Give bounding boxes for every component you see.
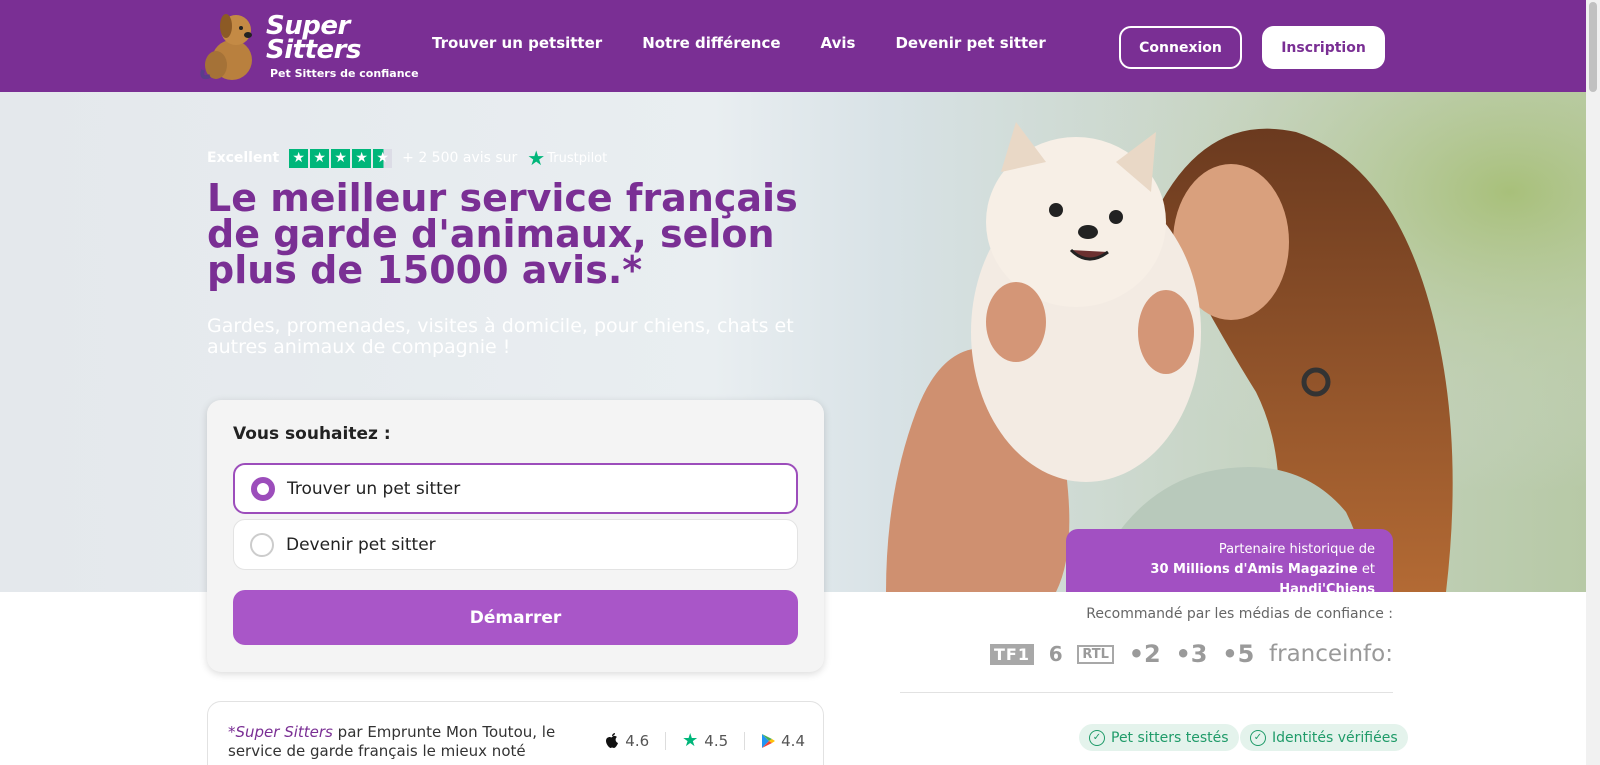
apple-icon — [606, 732, 619, 748]
nav-reviews[interactable]: Avis — [821, 34, 856, 52]
separator — [744, 731, 746, 750]
trustpilot-app-rating[interactable]: ★ 4.5 — [682, 730, 728, 751]
ratings-card: *Super Sitters par Emprunte Mon Toutou, … — [207, 701, 824, 765]
star-icon: ★ — [331, 148, 351, 168]
france5-logo: •5 — [1222, 640, 1255, 668]
trustpilot-logo: ★ Trustpilot — [527, 146, 608, 170]
half-star-icon: ★ — [373, 148, 393, 168]
signup-button[interactable]: Inscription — [1262, 26, 1385, 69]
media-logos: TF1 6 RTL •2 •3 •5 franceinfo: — [990, 640, 1393, 668]
check-circle-icon: ✓ — [1250, 729, 1266, 746]
tf1-logo: TF1 — [990, 643, 1034, 665]
check-circle-icon: ✓ — [1089, 729, 1105, 746]
google-play-rating[interactable]: 4.4 — [761, 732, 805, 750]
m6-logo: 6 — [1048, 642, 1063, 666]
dog-cat-logo-icon — [200, 14, 252, 80]
media-label: Recommandé par les médias de confiance : — [1086, 606, 1393, 622]
trust-stars: ★ ★ ★ ★ ★ — [289, 148, 393, 168]
star-icon: ★ — [310, 148, 330, 168]
main-nav: Trouver un petsitter Notre différence Av… — [432, 34, 1046, 52]
hero-title: Le meilleur service français de garde d'… — [207, 176, 798, 292]
form-question: Vous souhaitez : — [233, 424, 391, 444]
hero-subtitle: Gardes, promenades, visites à domicile, … — [207, 315, 794, 358]
franceinfo-logo: franceinfo: — [1269, 641, 1393, 667]
trustpilot-star-icon: ★ — [527, 146, 546, 170]
france2-logo: •2 — [1128, 640, 1161, 668]
trustpilot-rating[interactable]: Excellent ★ ★ ★ ★ ★ + 2 500 avis sur ★ T… — [207, 146, 607, 170]
option-find-petsitter[interactable]: Trouver un pet sitter — [233, 463, 798, 514]
brand-name: Super Sitters — [266, 11, 361, 65]
divider — [900, 692, 1393, 693]
separator — [665, 731, 667, 750]
radio-selected[interactable] — [251, 476, 275, 501]
badge-verified-ids: ✓ Identités vérifiées — [1240, 724, 1408, 751]
site-header: Super Sitters Pet Sitters de confiance T… — [0, 0, 1586, 92]
page-scrollbar[interactable] — [1586, 0, 1600, 765]
star-icon: ★ — [352, 148, 372, 168]
partner-banner: Partenaire historique de 30 Millions d'A… — [1066, 529, 1393, 592]
nav-become-petsitter[interactable]: Devenir pet sitter — [895, 34, 1045, 52]
nav-find-petsitter[interactable]: Trouver un petsitter — [432, 34, 602, 52]
woman-kissing-dog-photo — [826, 92, 1586, 592]
star-icon: ★ — [289, 148, 309, 168]
rtl-logo: RTL — [1077, 644, 1114, 664]
google-play-icon — [762, 733, 776, 748]
france3-logo: •3 — [1175, 640, 1208, 668]
login-button[interactable]: Connexion — [1119, 26, 1242, 69]
radio-unselected[interactable] — [250, 532, 274, 557]
badge-tested-sitters: ✓ Pet sitters testés — [1079, 724, 1239, 751]
apple-rating[interactable]: 4.6 — [605, 732, 649, 750]
brand-tagline: Pet Sitters de confiance — [270, 67, 419, 80]
scrollbar-thumb[interactable] — [1589, 2, 1597, 92]
trustpilot-star-icon: ★ — [682, 730, 699, 751]
footnote-text: *Super Sitters par Emprunte Mon Toutou, … — [228, 723, 556, 760]
start-button[interactable]: Démarrer — [233, 590, 798, 645]
nav-our-difference[interactable]: Notre différence — [642, 34, 780, 52]
service-choice-card: Vous souhaitez : Trouver un pet sitter D… — [207, 400, 824, 672]
brand-logo[interactable]: Super Sitters Pet Sitters de confiance — [198, 8, 419, 84]
trust-rating-word: Excellent — [207, 150, 280, 166]
trust-review-count: + 2 500 avis sur — [402, 150, 518, 166]
option-become-petsitter[interactable]: Devenir pet sitter — [233, 519, 798, 570]
app-ratings: 4.6 ★ 4.5 4.4 — [605, 730, 805, 751]
